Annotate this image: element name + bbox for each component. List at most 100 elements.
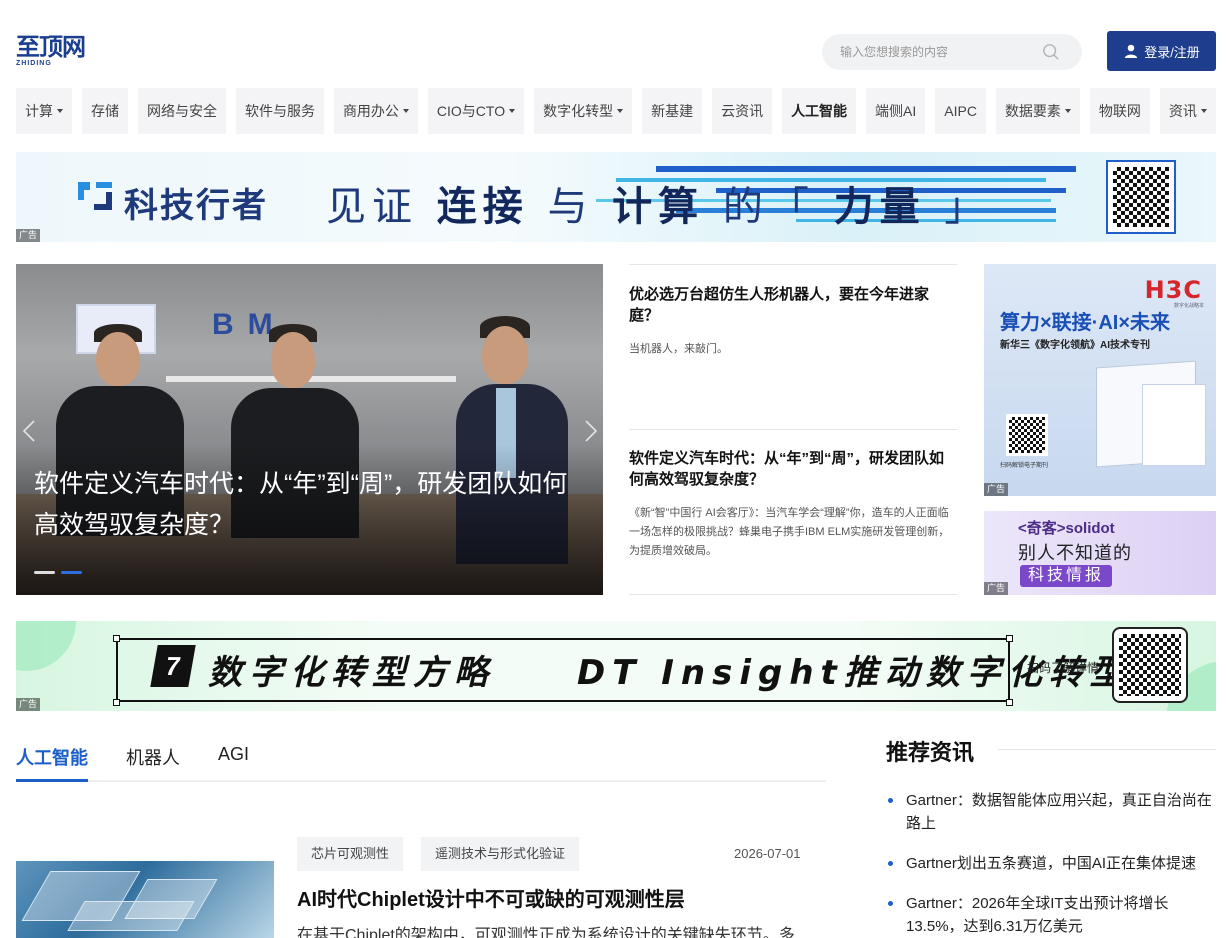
- decoration-blob: [16, 621, 76, 671]
- h3c-logo-sub: 数字化战略本: [1173, 303, 1204, 309]
- qr-code-icon: [1112, 627, 1188, 703]
- magazine-image: [1142, 384, 1206, 466]
- frame-handle: [1006, 699, 1013, 706]
- article-excerpt: 当机器人，来敲门。: [629, 343, 728, 355]
- site-logo[interactable]: 至顶网 ZHIDING: [16, 34, 96, 70]
- featured-article[interactable]: 软件定义汽车时代：从“年”到“周”，研发团队如何高效驾驭复杂度？ 《新“智”中国…: [629, 448, 957, 561]
- carousel-dot[interactable]: [34, 571, 55, 574]
- h3c-ad[interactable]: H3C 数字化战略本 算力×联接·AI×未来 新华三《数字化领航》AI技术专刊 …: [984, 264, 1216, 496]
- caret-down-icon: [1200, 109, 1207, 113]
- recommend-list: Gartner：数据智能体应用兴起，真正自治尚在路上 Gartner划出五条赛道，…: [886, 789, 1216, 938]
- recommend-item[interactable]: Gartner：2026年全球IT支出预计将增长13.5%，达到6.31万亿美元: [886, 892, 1216, 938]
- logo-text: 至顶网: [16, 32, 86, 61]
- solidot-highlight: 科技情报: [1020, 565, 1113, 587]
- ad-tag: 广告: [984, 582, 1009, 595]
- featured-articles: 优必选万台超仿生人形机器人，要在今年进家庭？ 当机器人，来敲门。 软件定义汽车时…: [629, 264, 957, 595]
- h3c-headline: 算力×联接·AI×未来: [1000, 312, 1171, 334]
- nav-item-label: 云资讯: [721, 103, 764, 119]
- tab[interactable]: AGI: [218, 734, 249, 782]
- slogan-part: 的「: [722, 184, 815, 230]
- nav-item[interactable]: CIO与CTO: [427, 88, 525, 134]
- nav-item-label: CIO与CTO: [436, 103, 506, 119]
- logo-subtext: ZHIDING: [16, 60, 52, 67]
- nav-item[interactable]: AIPC: [935, 88, 986, 134]
- recommend-item[interactable]: Gartner：数据智能体应用兴起，真正自治尚在路上: [886, 789, 1216, 835]
- nav-item-label: 新基建: [651, 103, 694, 119]
- slogan-part: 见证: [326, 184, 418, 230]
- login-register-label: 登录/注册: [1144, 44, 1200, 60]
- caret-down-icon: [617, 109, 624, 113]
- search-input[interactable]: [840, 42, 1040, 62]
- article-tag[interactable]: 芯片可观测性: [297, 837, 404, 871]
- article-title[interactable]: 优必选万台超仿生人形机器人，要在今年进家庭？: [629, 284, 957, 326]
- chevron-right-icon[interactable]: [584, 419, 598, 443]
- nav-item-label: 数字化转型: [543, 103, 614, 119]
- login-register-button[interactable]: 登录/注册: [1107, 31, 1216, 71]
- article-tag[interactable]: 遥测技术与形式化验证: [421, 837, 580, 871]
- nav-item[interactable]: 计算: [16, 88, 72, 134]
- slogan-part: 连接: [436, 184, 529, 230]
- tab[interactable]: 人工智能: [16, 734, 88, 782]
- article-excerpt: 《新“智”中国行 AI会客厅》：当汽车学会“理解”你，造车的人正面临一场怎样的极…: [629, 507, 950, 557]
- caret-down-icon: [509, 109, 516, 113]
- nav-item-label: 人工智能: [791, 103, 848, 119]
- article-title[interactable]: AI时代Chiplet设计中不可或缺的可观测性层: [297, 883, 685, 912]
- caret-down-icon: [402, 109, 409, 113]
- dt-insight-ad-banner[interactable]: 7 数字化转型方略 DT Insight推动数字化转型 扫码了解详情 广告: [16, 621, 1216, 711]
- nav-item[interactable]: 存储: [81, 88, 128, 134]
- user-icon: [1124, 44, 1138, 58]
- divider: [629, 429, 957, 430]
- category-tabs: 人工智能 机器人 AGI: [16, 734, 826, 782]
- nav-item[interactable]: 资讯: [1159, 88, 1216, 134]
- slogan-part: 力量: [833, 184, 926, 230]
- banner2-text: 数字化转型方略 DT Insight推动数字化转型: [208, 653, 1131, 693]
- nav-item[interactable]: 云资讯: [712, 88, 773, 134]
- banner1-brand: 科技行者: [124, 186, 268, 226]
- nav-item[interactable]: 数据要素: [995, 88, 1080, 134]
- frame-handle: [113, 699, 120, 706]
- dt-badge: 7: [150, 645, 196, 687]
- solidot-ad[interactable]: <奇客>solidot 别人不知道的 科技情报 广告: [984, 511, 1216, 595]
- article-excerpt: 在基于Chiplet的架构中，可观测性正成为系统设计的关键缺失环节。多: [297, 927, 795, 938]
- solidot-tagline: 别人不知道的: [1018, 543, 1132, 563]
- article-title[interactable]: 软件定义汽车时代：从“年”到“周”，研发团队如何高效驾驭复杂度？: [629, 448, 957, 490]
- nav-item[interactable]: 人工智能: [782, 88, 857, 134]
- h3c-subline: 新华三《数字化领航》AI技术专刊: [1000, 340, 1150, 351]
- article-date: 2026-07-01: [734, 846, 801, 861]
- nav-item[interactable]: 新基建: [642, 88, 703, 134]
- hero-carousel[interactable]: BM 软件定义汽车时代：从“年”到“周”，研发团队如何高效驾驭复杂度？: [16, 264, 603, 595]
- hero-caption[interactable]: 软件定义汽车时代：从“年”到“周”，研发团队如何高效驾驭复杂度？: [34, 464, 579, 546]
- nav-item[interactable]: 物联网: [1089, 88, 1150, 134]
- nav-item[interactable]: 商用办公: [333, 88, 418, 134]
- main-nav: 计算 存储 网络与安全 软件与服务 商用办公 CIO与CTO 数字化转型 新基建 云资讯 人工智能…: [16, 88, 1216, 134]
- ad-tag: 广告: [16, 229, 41, 242]
- ad-tag: 广告: [984, 483, 1009, 496]
- slogan-part: 计算: [612, 184, 705, 230]
- caret-down-icon: [1064, 109, 1071, 113]
- nav-item[interactable]: 网络与安全: [137, 88, 226, 134]
- nav-item-label: 计算: [25, 103, 53, 119]
- recommend-title: 推荐资讯: [886, 740, 975, 765]
- nav-item-label: 端侧AI: [875, 103, 917, 119]
- h3c-footer: 扫码解锁电子期刊: [1000, 463, 1049, 469]
- recommend-item[interactable]: Gartner划出五条赛道，中国AI正在集体提速: [886, 852, 1216, 875]
- nav-item-label: 资讯: [1168, 103, 1197, 119]
- carousel-dot[interactable]: [61, 571, 82, 574]
- slogan-part: 与: [547, 184, 594, 230]
- qr-code-icon: [1106, 160, 1176, 234]
- banner1-slogan: 见证 连接 与 计算 的「 力量 」: [326, 174, 990, 232]
- nav-item[interactable]: 软件与服务: [235, 88, 324, 134]
- top-ad-banner[interactable]: 科技行者 见证 连接 与 计算 的「 力量 」 广告: [16, 152, 1216, 242]
- nav-item-label: 网络与安全: [146, 103, 217, 119]
- solidot-logo: <奇客>solidot: [1018, 520, 1115, 537]
- nav-item-label: 软件与服务: [244, 103, 315, 119]
- search-icon[interactable]: [1042, 43, 1060, 61]
- search-box: [822, 34, 1082, 70]
- divider: [998, 749, 1216, 750]
- chevron-left-icon[interactable]: [22, 419, 36, 443]
- article-thumbnail[interactable]: [16, 861, 274, 938]
- tab[interactable]: 机器人: [126, 734, 180, 782]
- nav-item[interactable]: 数字化转型: [534, 88, 633, 134]
- featured-article[interactable]: 优必选万台超仿生人形机器人，要在今年进家庭？ 当机器人，来敲门。: [629, 284, 957, 359]
- nav-item[interactable]: 端侧AI: [866, 88, 926, 134]
